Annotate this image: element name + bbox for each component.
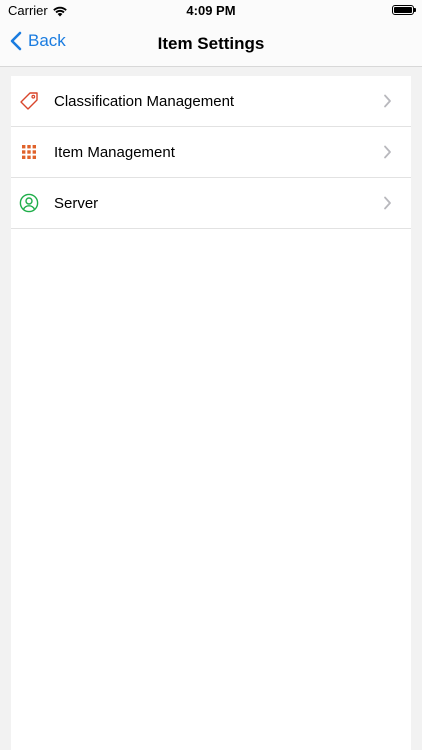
row-classification-management[interactable]: Classification Management [11, 76, 411, 127]
page-title: Item Settings [157, 34, 265, 53]
status-time: 4:09 PM [186, 3, 236, 18]
row-server[interactable]: Server [11, 178, 411, 229]
chevron-right-icon [383, 145, 393, 159]
tag-icon [18, 90, 40, 112]
navigation-bar: Back Item Settings [0, 22, 422, 67]
row-label: Server [54, 194, 99, 212]
status-bar: Carrier 4:09 PM [0, 0, 422, 22]
chevron-right-icon [383, 94, 393, 108]
chevron-right-icon [383, 196, 393, 210]
grid-icon [18, 141, 40, 163]
row-item-management[interactable]: Item Management [11, 127, 411, 178]
settings-list: Classification Management Item Managemen… [11, 76, 411, 750]
battery-icon [392, 5, 416, 15]
user-circle-icon [18, 192, 40, 214]
row-label: Item Management [54, 143, 175, 161]
row-label: Classification Management [54, 92, 235, 110]
